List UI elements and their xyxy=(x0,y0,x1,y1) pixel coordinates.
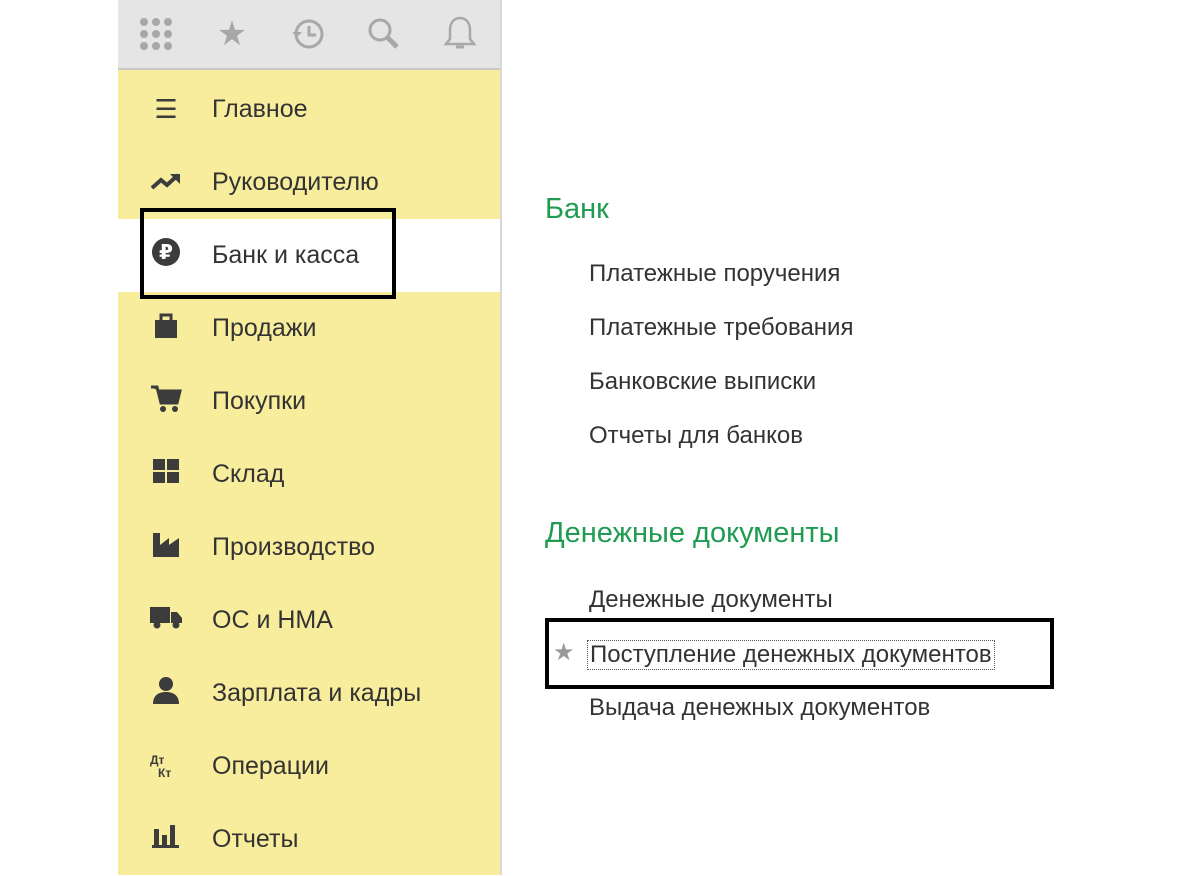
link-money-documents-issue[interactable]: Выдача денежных документов xyxy=(589,694,930,722)
link-payment-orders[interactable]: Платежные поручения xyxy=(589,260,840,288)
link-money-documents[interactable]: Денежные документы xyxy=(589,586,833,614)
sidebar-item-production[interactable]: Производство xyxy=(118,511,500,584)
section-title-bank: Банк xyxy=(545,193,609,225)
section-title-money-documents: Денежные документы xyxy=(545,517,840,549)
trend-icon xyxy=(148,167,184,198)
cart-icon xyxy=(148,383,184,420)
sections-panel: ★ ☰ Главное Руководителю ₽ Банк и касса Пр… xyxy=(118,0,502,875)
history-icon[interactable] xyxy=(270,16,346,52)
sidebar-item-bank-and-cash[interactable]: ₽ Банк и касса xyxy=(118,219,500,292)
search-icon[interactable] xyxy=(346,16,422,52)
sidebar-item-fixed-assets[interactable]: ОС и НМА xyxy=(118,584,500,657)
ruble-icon: ₽ xyxy=(148,237,184,274)
sidebar-item-purchases[interactable]: Покупки xyxy=(118,365,500,438)
svg-text:₽: ₽ xyxy=(159,240,173,264)
link-money-documents-receipt[interactable]: Поступление денежных документов xyxy=(587,640,995,670)
sidebar-item-main[interactable]: ☰ Главное xyxy=(118,73,500,146)
bar-chart-icon xyxy=(148,823,184,856)
sidebar-item-payroll[interactable]: Зарплата и кадры xyxy=(118,657,500,730)
link-bank-statements[interactable]: Банковские выписки xyxy=(589,368,816,396)
star-icon[interactable]: ★ xyxy=(194,14,270,54)
bag-icon xyxy=(148,310,184,347)
bell-icon[interactable] xyxy=(422,15,498,53)
toolbar: ★ xyxy=(118,0,500,70)
dt-kt-icon: Дт Кт xyxy=(150,752,172,780)
apps-icon[interactable] xyxy=(118,16,194,52)
truck-icon xyxy=(148,604,184,637)
sidebar-item-manager[interactable]: Руководителю xyxy=(118,146,500,219)
factory-icon xyxy=(148,529,184,566)
sidebar-item-warehouse[interactable]: Склад xyxy=(118,438,500,511)
link-payment-requests[interactable]: Платежные требования xyxy=(589,314,853,342)
warehouse-icon xyxy=(148,457,184,492)
sidebar-item-operations[interactable]: Дт Кт Операции xyxy=(118,730,500,803)
person-icon xyxy=(148,675,184,712)
menu-icon: ☰ xyxy=(154,94,178,124)
link-bank-reports[interactable]: Отчеты для банков xyxy=(589,422,803,450)
sidebar-item-sales[interactable]: Продажи xyxy=(118,292,500,365)
favorite-star-icon[interactable]: ★ xyxy=(553,638,575,667)
sidebar-item-reports[interactable]: Отчеты xyxy=(118,803,500,876)
